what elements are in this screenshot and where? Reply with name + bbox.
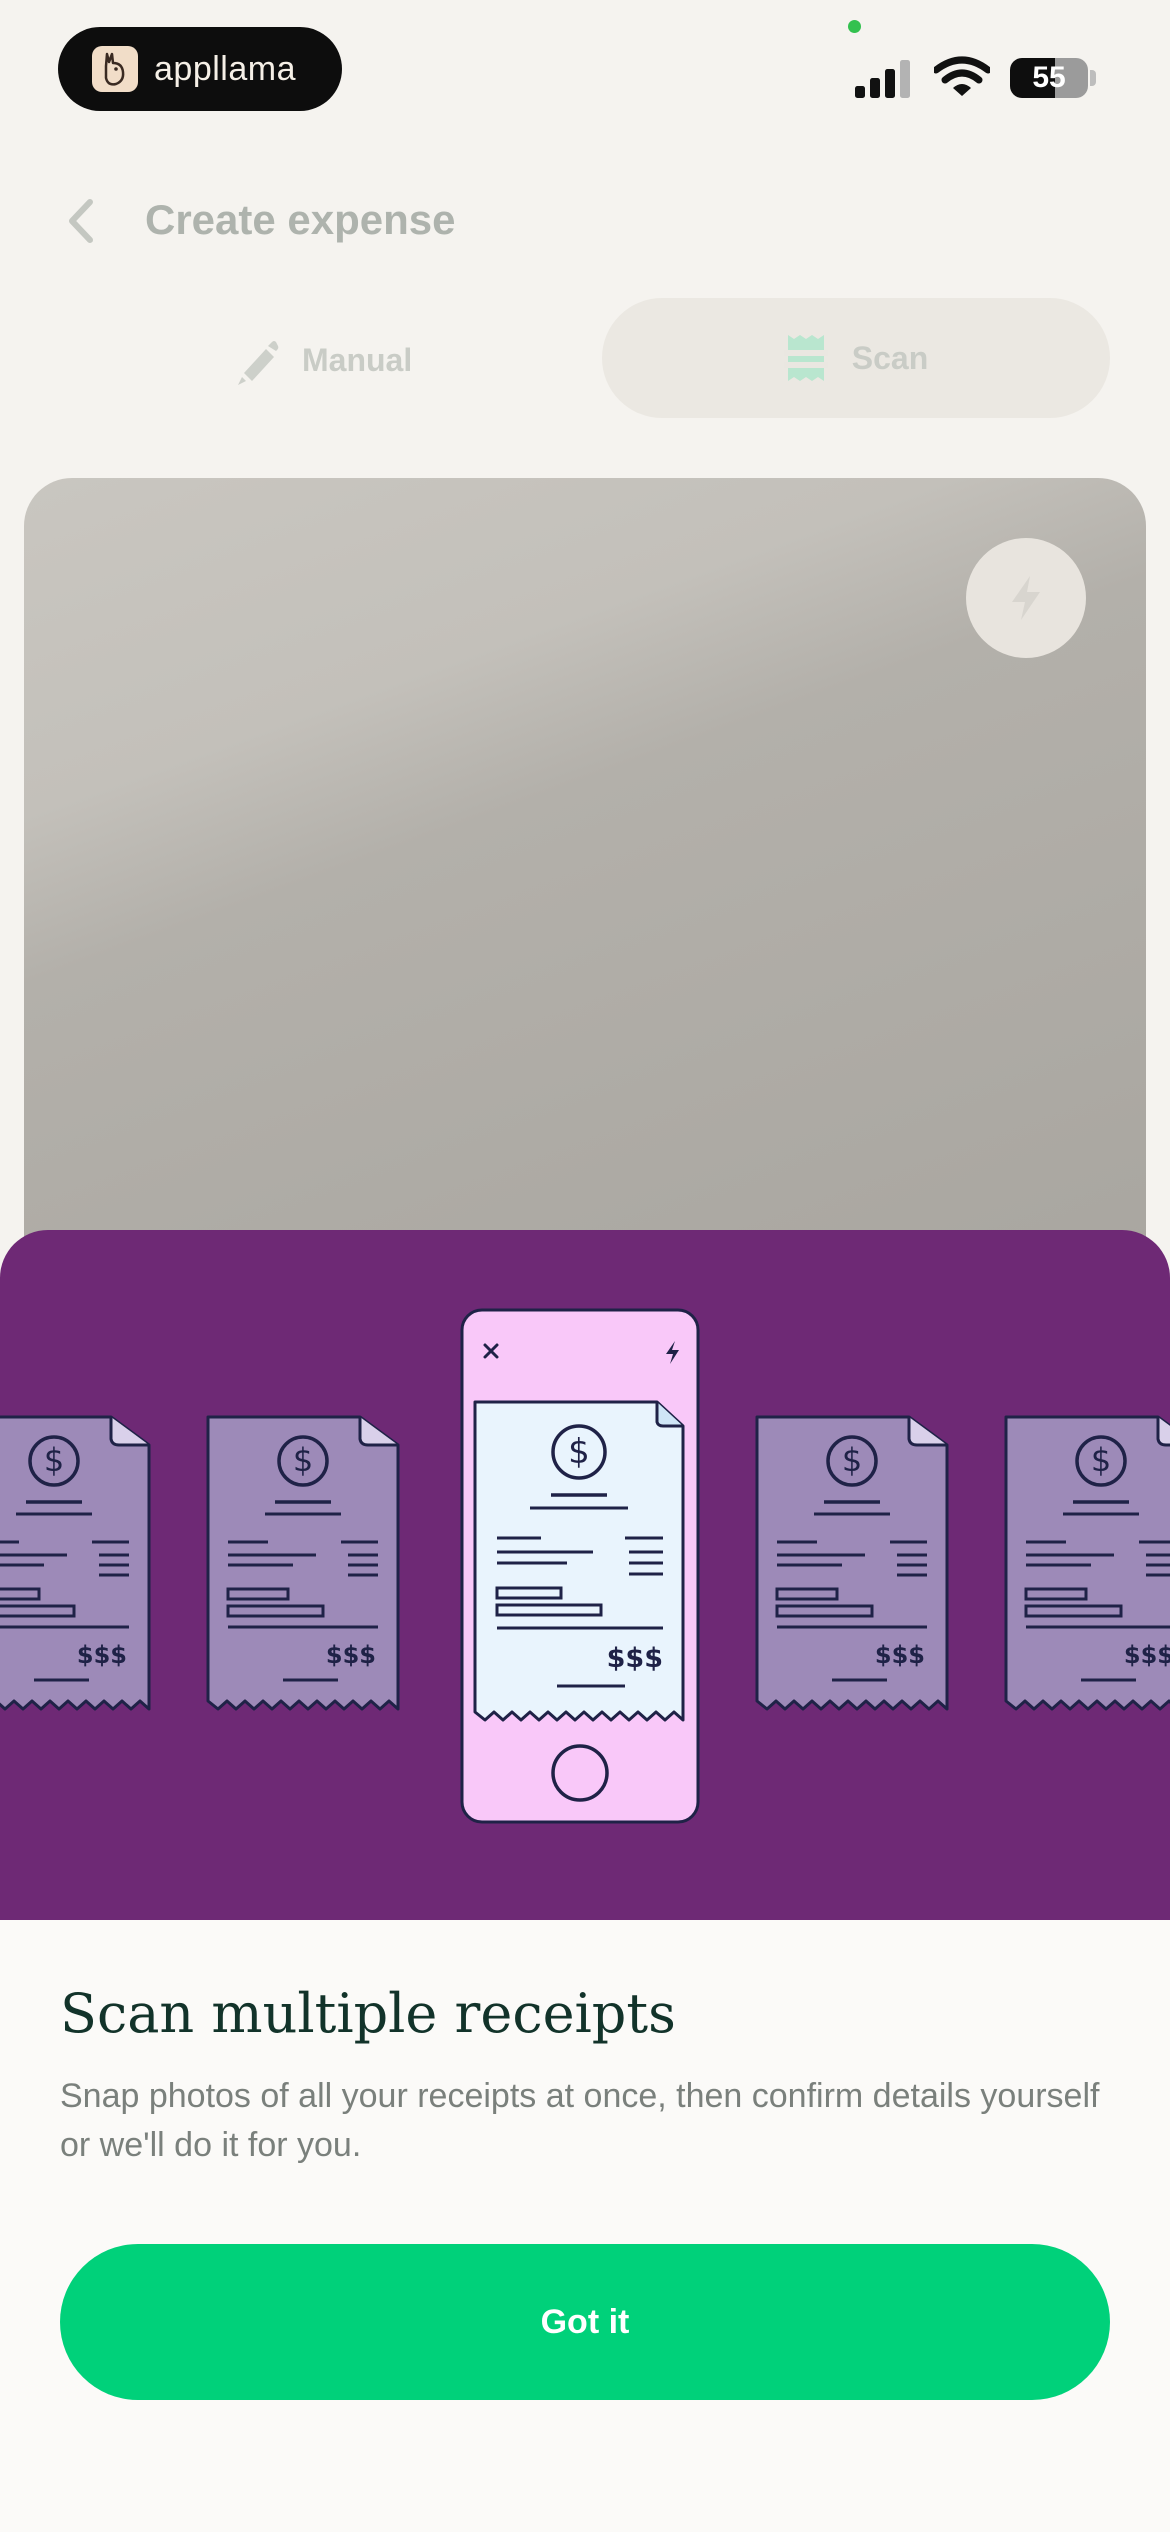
svg-text:$$$: $$$ [326,1641,376,1669]
svg-text:$$$: $$$ [875,1641,925,1669]
battery-level: 55 [1032,61,1066,94]
tab-scan[interactable]: Scan [602,298,1110,418]
svg-text:$: $ [842,1441,862,1479]
svg-text:$: $ [44,1441,64,1479]
receipt-card: $ $$$ [755,1415,949,1711]
svg-text:$$$: $$$ [607,1643,663,1674]
onboarding-title: Scan multiple receipts [60,1982,676,2045]
signal-icon [855,60,910,98]
tab-manual-label: Manual [302,341,413,378]
receipt-card: $ $$$ [1004,1415,1170,1711]
chevron-left-icon [69,199,93,243]
svg-text:$: $ [568,1432,590,1472]
camera-indicator [848,20,861,33]
back-button[interactable] [62,196,98,246]
svg-text:$$$: $$$ [1124,1641,1170,1669]
app-name: appllama [154,49,296,88]
page-title: Create expense [145,196,456,243]
pencil-icon [238,341,279,385]
battery-cap [1090,70,1096,86]
receipt-scan-icon [783,335,828,381]
app-pill: appllama [58,27,342,111]
svg-text:$: $ [293,1441,313,1479]
phone-scanner-illustration: $ $$$ [460,1308,700,1824]
receipt-card: $ $$$ [206,1415,400,1711]
svg-text:$: $ [1091,1441,1111,1479]
lightning-icon [1012,576,1040,620]
llama-logo-icon [92,46,138,92]
flash-button[interactable] [966,538,1086,658]
wifi-icon [934,56,990,96]
receipts-illustration: $ $$$ $ $$$ $ $$$ $ $$$ $ $$$ [0,1230,1170,1920]
tab-scan-label: Scan [851,339,929,376]
onboarding-description: Snap photos of all your receipts at once… [60,2077,1100,2164]
tab-manual[interactable]: Manual [230,335,412,385]
battery-icon: 55 [1010,58,1088,98]
got-it-button[interactable]: Got it [60,2244,1110,2400]
svg-text:$$$: $$$ [77,1641,127,1669]
receipt-card: $ $$$ [0,1415,151,1711]
